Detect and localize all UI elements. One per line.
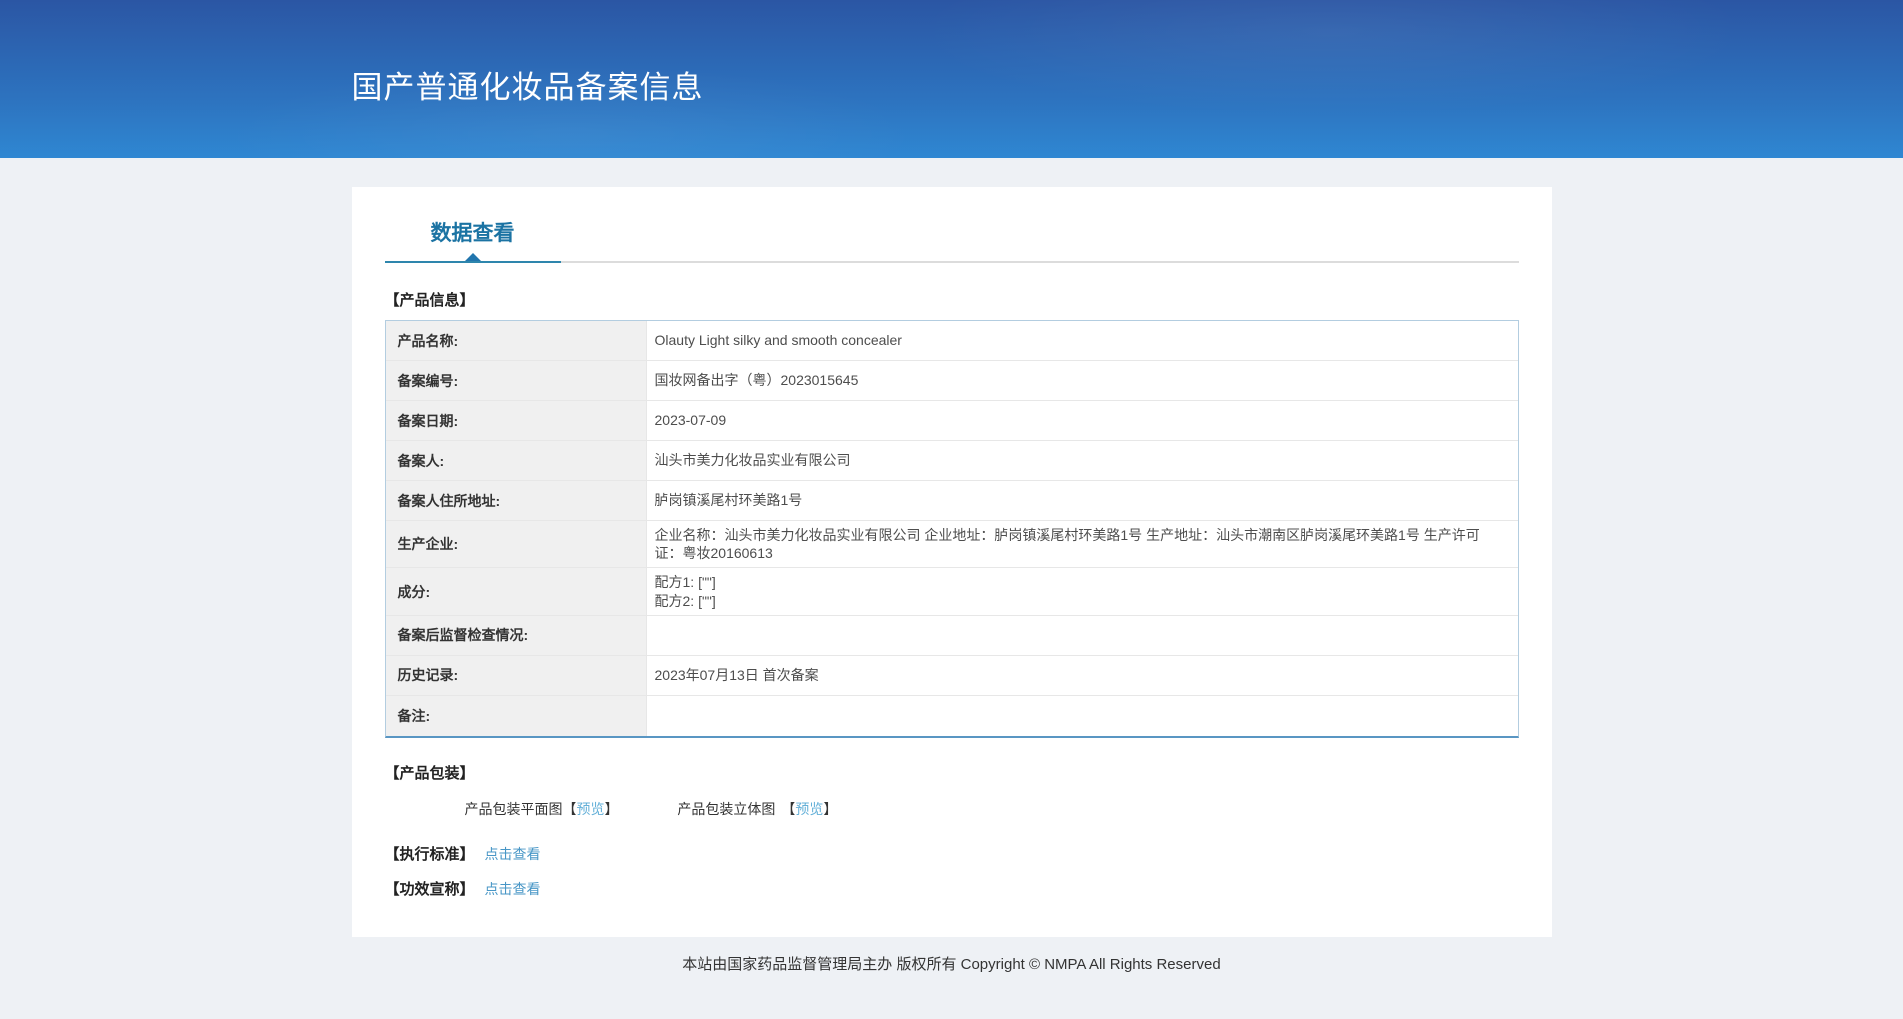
bracket-close: 】 xyxy=(823,800,838,817)
row-value: 胪岗镇溪尾村环美路1号 xyxy=(654,492,803,509)
row-label: 历史记录: xyxy=(385,655,647,695)
row-value: Olauty Light silky and smooth concealer xyxy=(654,332,902,349)
row-value: 2023年07月13日 首次备案 xyxy=(654,667,819,684)
product-info-table: 产品名称: Olauty Light silky and smooth conc… xyxy=(384,320,1519,738)
row-label: 备案日期: xyxy=(385,401,647,440)
table-row-filer-address: 备案人住所地址: 胪岗镇溪尾村环美路1号 xyxy=(385,481,1518,521)
execution-standard-row: 【执行标准】 点击查看 xyxy=(385,843,1519,864)
efficacy-claim-heading: 【功效宣称】 xyxy=(384,880,475,898)
table-row-filer: 备案人: 汕头市美力化妆品实业有限公司 xyxy=(385,441,1518,481)
table-row-remarks: 备注: xyxy=(385,695,1518,736)
table-row-filing-number: 备案编号: 国妆网备出字（粤）2023015645 xyxy=(385,361,1518,401)
tab-data-view[interactable]: 数据查看 xyxy=(384,217,561,263)
row-value: 汕头市美力化妆品实业有限公司 xyxy=(654,452,851,469)
row-value-cell: 2023-07-09 xyxy=(647,401,1518,440)
packaging-stereo-label: 产品包装立体图 xyxy=(677,800,776,817)
row-label: 备注: xyxy=(385,695,647,736)
row-value: 企业名称：汕头市美力化妆品实业有限公司 企业地址：胪岗镇溪尾村环美路1号 生产地… xyxy=(654,527,1480,562)
row-value: 配方1: [""] 配方2: [""] xyxy=(654,574,716,609)
tab-active-indicator-icon xyxy=(464,253,481,261)
table-row-product-name: 产品名称: Olauty Light silky and smooth conc… xyxy=(385,321,1518,361)
bracket-open: 【 xyxy=(562,800,577,817)
row-value-cell: Olauty Light silky and smooth concealer xyxy=(647,321,1518,360)
bracket-open: 【 xyxy=(781,800,796,817)
copyright-text: 本站由国家药品监督管理局主办 版权所有 Copyright © NMPA All… xyxy=(682,955,1221,973)
row-label: 备案后监督检查情况: xyxy=(385,615,647,655)
packaging-flat-label: 产品包装平面图 xyxy=(464,800,563,817)
row-value-cell: 汕头市美力化妆品实业有限公司 xyxy=(647,441,1518,480)
page-title: 国产普通化妆品备案信息 xyxy=(351,69,704,105)
row-label: 产品名称: xyxy=(385,321,647,360)
table-row-ingredients: 成分: 配方1: [""] 配方2: [""] xyxy=(385,568,1518,616)
row-label: 备案人住所地址: xyxy=(385,481,647,520)
row-value: 国妆网备出字（粤）2023015645 xyxy=(654,372,859,389)
table-row-manufacturer: 生产企业: 企业名称：汕头市美力化妆品实业有限公司 企业地址：胪岗镇溪尾村环美路… xyxy=(385,521,1518,569)
packaging-flat-item: 产品包装平面图【预览】 xyxy=(465,799,619,819)
tab-bar: 数据查看 xyxy=(384,217,1519,263)
content-card: 数据查看 【产品信息】 产品名称: Olauty Light silky and… xyxy=(351,187,1552,937)
table-row-filing-date: 备案日期: 2023-07-09 xyxy=(385,401,1518,441)
packaging-stereo-preview-link[interactable]: 预览 xyxy=(795,801,823,817)
row-value-cell: 配方1: [""] 配方2: [""] xyxy=(647,568,1518,614)
row-label: 生产企业: xyxy=(385,521,647,568)
row-value-cell xyxy=(647,616,1518,655)
table-row-supervision-check: 备案后监督检查情况: xyxy=(385,615,1518,656)
row-value-cell: 2023年07月13日 首次备案 xyxy=(647,656,1518,695)
packaging-heading: 【产品包装】 xyxy=(384,764,475,782)
row-value-cell: 企业名称：汕头市美力化妆品实业有限公司 企业地址：胪岗镇溪尾村环美路1号 生产地… xyxy=(647,521,1518,567)
product-info-heading: 【产品信息】 xyxy=(384,292,475,309)
packaging-links-row: 产品包装平面图【预览】 产品包装立体图 【预览】 xyxy=(465,799,1519,819)
row-value: 2023-07-09 xyxy=(654,412,727,429)
efficacy-claim-view-link[interactable]: 点击查看 xyxy=(485,881,541,897)
table-row-history: 历史记录: 2023年07月13日 首次备案 xyxy=(385,655,1518,696)
tab-data-view-label: 数据查看 xyxy=(430,222,515,245)
row-value-cell: 胪岗镇溪尾村环美路1号 xyxy=(647,481,1518,520)
row-value-cell xyxy=(647,696,1518,736)
row-label: 成分: xyxy=(385,568,647,615)
page-footer: 本站由国家药品监督管理局主办 版权所有 Copyright © NMPA All… xyxy=(0,937,1903,1019)
row-label: 备案人: xyxy=(385,441,647,480)
packaging-stereo-item: 产品包装立体图 【预览】 xyxy=(677,799,837,819)
tabbar-divider xyxy=(560,261,1519,263)
page-header: 国产普通化妆品备案信息 xyxy=(0,0,1903,158)
bracket-close: 】 xyxy=(604,800,619,817)
efficacy-claim-row: 【功效宣称】 点击查看 xyxy=(385,878,1519,899)
execution-standard-view-link[interactable]: 点击查看 xyxy=(485,846,541,862)
row-value-cell: 国妆网备出字（粤）2023015645 xyxy=(647,361,1518,400)
packaging-flat-preview-link[interactable]: 预览 xyxy=(577,801,605,817)
row-label: 备案编号: xyxy=(385,361,647,400)
execution-standard-heading: 【执行标准】 xyxy=(384,845,475,863)
